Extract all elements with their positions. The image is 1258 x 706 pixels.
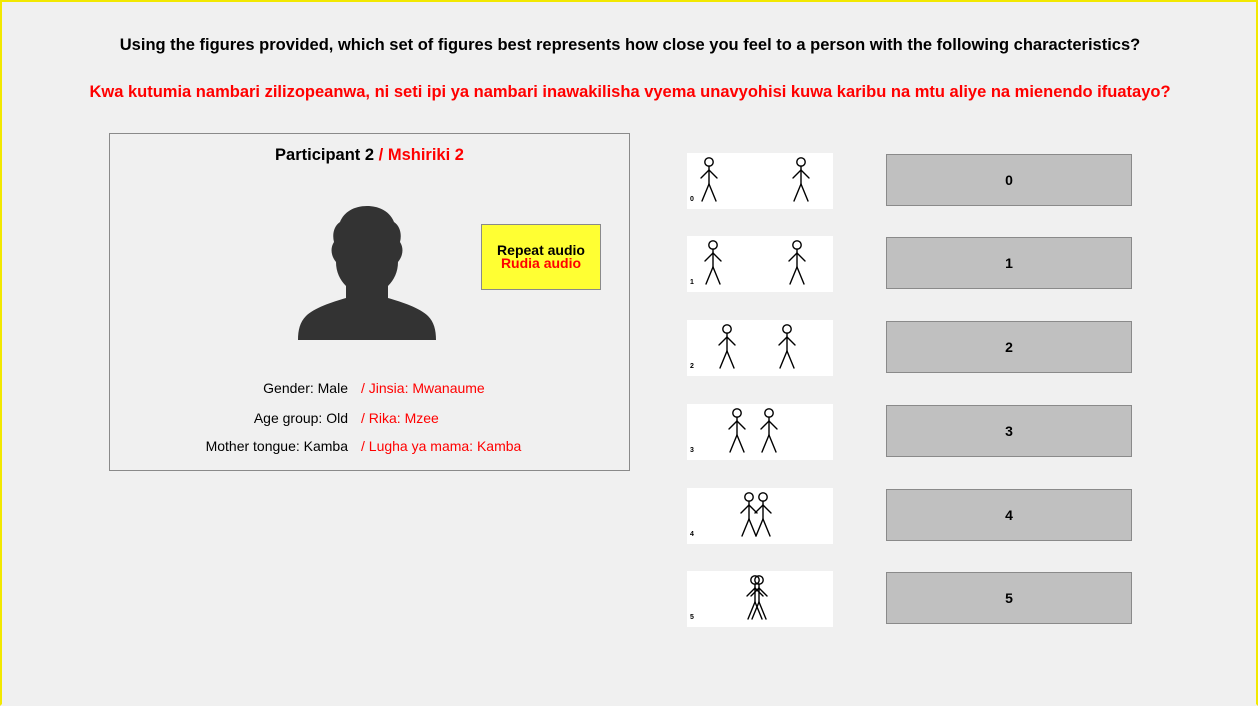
option-button-3[interactable]: 3 — [886, 405, 1132, 457]
option-button-5[interactable]: 5 — [886, 572, 1132, 624]
figure-set-5: 5 — [687, 571, 833, 627]
question-swahili: Kwa kutumia nambari zilizopeanwa, ni set… — [89, 83, 1171, 101]
attribute-gender-en: Gender: Male — [263, 380, 348, 396]
option-button-1[interactable]: 1 — [886, 237, 1132, 289]
figure-set-3: 3 — [687, 404, 833, 460]
figure-set-0: 0 — [687, 153, 833, 209]
figure-set-2: 2 — [687, 320, 833, 376]
repeat-audio-label-sw: Rudia audio — [500, 255, 582, 271]
attribute-age-group: Age group: Old / Rika: Mzee — [110, 410, 629, 430]
attribute-mother-tongue: Mother tongue: Kamba / Lugha ya mama: Ka… — [110, 438, 629, 458]
two-stick-figures-icon — [728, 408, 778, 453]
participant-title-sw: / Mshiriki 2 — [378, 146, 464, 164]
attribute-age-group-en: Age group: Old — [253, 410, 348, 426]
participant-title-en: Participant 2 — [275, 146, 375, 164]
option-button-0[interactable]: 0 — [886, 154, 1132, 206]
repeat-audio-button[interactable]: Repeat audio Rudia audio — [481, 224, 601, 290]
two-stick-figures-icon — [746, 575, 768, 620]
figure-set-4: 4 — [687, 488, 833, 544]
option-button-2[interactable]: 2 — [886, 321, 1132, 373]
person-silhouette-icon — [298, 206, 436, 340]
attribute-gender: Gender: Male / Jinsia: Mwanaume — [110, 380, 629, 400]
figure-set-1: 1 — [687, 236, 833, 292]
attribute-gender-sw: / Jinsia: Mwanaume — [361, 380, 485, 396]
two-stick-figures-icon — [740, 492, 772, 537]
two-stick-figures-icon — [700, 157, 810, 202]
option-button-4[interactable]: 4 — [886, 489, 1132, 541]
two-stick-figures-icon — [718, 324, 796, 369]
attribute-age-group-sw: / Rika: Mzee — [361, 410, 439, 426]
participant-title: Participant 2 / Mshiriki 2 — [110, 146, 629, 165]
two-stick-figures-icon — [704, 240, 806, 285]
attribute-mother-tongue-en: Mother tongue: Kamba — [205, 438, 348, 454]
attribute-mother-tongue-sw: / Lugha ya mama: Kamba — [361, 438, 522, 454]
question-english: Using the figures provided, which set of… — [119, 36, 1141, 54]
participant-card: Participant 2 / Mshiriki 2 Repeat audio … — [109, 133, 630, 471]
